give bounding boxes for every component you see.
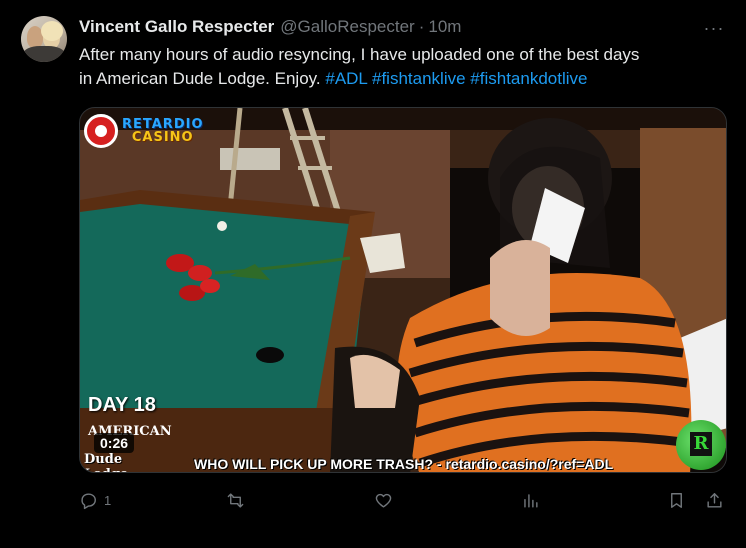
hashtag-link[interactable]: #ADL [325,69,367,88]
tweet[interactable]: Vincent Gallo Respecter @GalloRespecter … [0,0,746,548]
show-logo-bottom: Dude Lodge [84,452,128,472]
video-caption: WHO WILL PICK UP MORE TRASH? - retardio.… [194,456,614,472]
reply-icon [81,492,96,509]
hashtag-link[interactable]: #fishtankdotlive [470,69,587,88]
reply-count: 1 [104,492,112,508]
bookmark-button[interactable] [667,486,686,514]
bookmark-icon [671,492,682,508]
day-label: DAY 18 [88,394,156,416]
r-badge-logo: R [676,420,726,470]
share-button[interactable] [705,486,724,514]
video-player[interactable]: RETARDIO CASINO DAY 18 AMERICAN Dude Lod… [79,107,727,473]
views-button[interactable] [521,486,546,514]
user-handle[interactable]: @GalloRespecter [280,17,414,37]
separator: · [418,17,425,36]
tweet-text: After many hours of audio resyncing, I h… [79,43,729,91]
display-name[interactable]: Vincent Gallo Respecter [79,17,274,37]
tweet-actions: 1 [79,486,729,514]
tweet-header: Vincent Gallo Respecter @GalloRespecter … [79,16,461,38]
like-button[interactable] [374,486,399,514]
share-icon [707,492,722,508]
reply-button[interactable]: 1 [79,486,111,514]
repost-icon [227,492,244,508]
views-icon [524,493,538,508]
hashtag-link[interactable]: #fishtanklive [372,69,466,88]
video-frame [80,108,726,472]
timestamp[interactable]: 10m [428,17,461,37]
avatar[interactable] [21,16,67,62]
tweet-text-line: in American Dude Lodge. Enjoy. [79,69,321,88]
badge-letter: R [690,432,712,456]
repost-button[interactable] [226,486,251,514]
logo-line-2: CASINO [131,130,194,145]
video-duration-badge: 0:26 [94,433,135,453]
like-icon [375,493,392,508]
retardio-casino-logo: RETARDIO CASINO [84,114,214,150]
more-icon[interactable]: ··· [700,14,728,42]
tweet-text-line: After many hours of audio resyncing, I h… [79,45,640,64]
